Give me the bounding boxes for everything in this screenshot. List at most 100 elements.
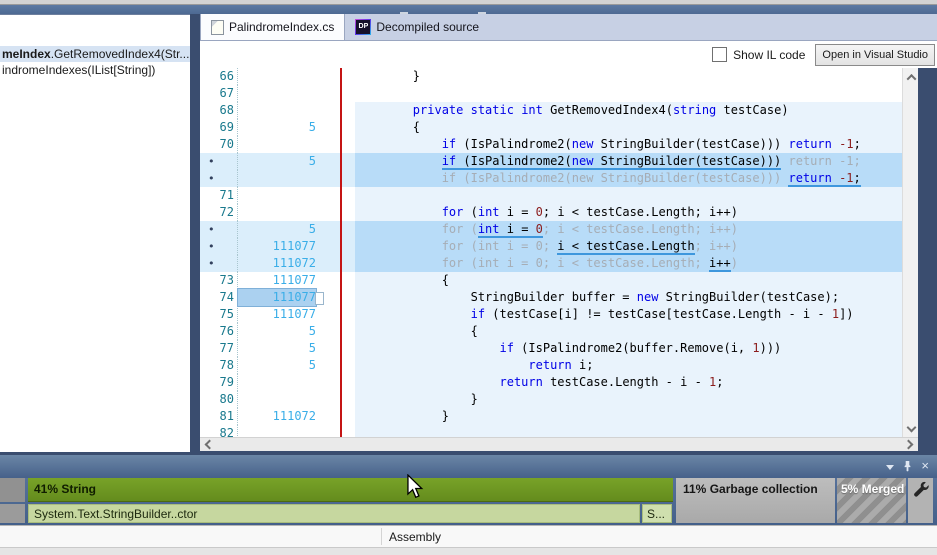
tab-label: Decompiled source: [376, 20, 479, 34]
show-il-code-option[interactable]: Show IL code: [712, 47, 805, 62]
code-line-sub[interactable]: • if (IsPalindrome2(new StringBuilder(te…: [200, 170, 902, 187]
code-line-82[interactable]: 82: [200, 425, 902, 437]
line-number: 67: [204, 85, 238, 102]
code-text: {: [355, 272, 902, 289]
line-number: 81: [204, 408, 238, 425]
tree-item-palindromeindexes[interactable]: indromeIndexes(IList[String]): [0, 62, 190, 78]
line-number: 71: [204, 187, 238, 204]
line-number: 79: [204, 374, 238, 391]
code-line-73[interactable]: 73111077 {: [200, 272, 902, 289]
code-text: [355, 85, 902, 102]
code-text: {: [355, 119, 902, 136]
code-line-sub[interactable]: •111072 for (int i = 0; i < testCase.Len…: [200, 255, 902, 272]
line-number: 72: [204, 204, 238, 221]
code-text: StringBuilder buffer = new StringBuilder…: [355, 289, 902, 306]
code-line-sub[interactable]: •111077 for (int i = 0; i < testCase.Len…: [200, 238, 902, 255]
code-text: for (int i = 0; i < testCase.Length; i++…: [355, 255, 902, 272]
line-number: 66: [204, 68, 238, 85]
scroll-down-button[interactable]: [903, 420, 919, 435]
code-line-75[interactable]: 75111077 if (testCase[i] != testCase[tes…: [200, 306, 902, 323]
line-number: 70: [204, 136, 238, 153]
call-tree-panel: meIndex.GetRemovedIndex4(Str... indromeI…: [0, 14, 190, 452]
tree-item-bold-text: meIndex: [2, 47, 51, 61]
execution-count: 5: [238, 119, 316, 136]
code-line-69[interactable]: 695 {: [200, 119, 902, 136]
execution-count: [238, 102, 316, 119]
execution-count: [238, 204, 316, 221]
code-line-67[interactable]: 67: [200, 85, 902, 102]
execution-count: [238, 187, 316, 204]
tree-item-text: indromeIndexes(IList[String]): [2, 63, 155, 77]
line-number: 78: [204, 357, 238, 374]
red-margin-line: [340, 68, 342, 437]
code-line-78[interactable]: 785 return i;: [200, 357, 902, 374]
horizontal-scrollbar[interactable]: [200, 437, 918, 451]
code-text: if (IsPalindrome2(new StringBuilder(test…: [355, 170, 902, 187]
line-number: 76: [204, 323, 238, 340]
execution-count: 111077: [238, 289, 316, 306]
code-text: for (int i = 0; i < testCase.Length; i++…: [355, 221, 902, 238]
dotpeek-icon: DP: [355, 19, 371, 35]
code-line-sub[interactable]: •5 for (int i = 0; i < testCase.Length; …: [200, 221, 902, 238]
line-number: 68: [204, 102, 238, 119]
tab-label: PalindromeIndex.cs: [229, 20, 334, 34]
execution-count: 5: [238, 323, 316, 340]
code-line-68[interactable]: 68 private static int GetRemovedIndex4(s…: [200, 102, 902, 119]
wrench-icon[interactable]: [912, 481, 929, 498]
show-il-label: Show IL code: [733, 48, 805, 62]
document-icon: [211, 20, 224, 35]
bar-merged[interactable]: 5% Merged: [837, 478, 906, 523]
code-text: [355, 187, 902, 204]
code-text: }: [355, 68, 902, 85]
tab-decompiled-source[interactable]: DP Decompiled source: [345, 14, 489, 40]
line-number: 82: [204, 425, 238, 437]
status-divider: [381, 528, 382, 545]
code-text: {: [355, 323, 902, 340]
code-line-79[interactable]: 79 return testCase.Length - i - 1;: [200, 374, 902, 391]
execution-count: [238, 374, 316, 391]
code-line-80[interactable]: 80 }: [200, 391, 902, 408]
close-icon[interactable]: ×: [921, 460, 929, 472]
pin-icon[interactable]: [903, 460, 912, 472]
tab-palindromeindex-cs[interactable]: PalindromeIndex.cs: [200, 14, 345, 40]
execution-count: 111077: [238, 306, 316, 323]
timeline-left-block[interactable]: [0, 504, 25, 523]
code-line-77[interactable]: 775 if (IsPalindrome2(buffer.Remove(i, 1…: [200, 340, 902, 357]
source-toolbar: Show IL code Open in Visual Studio: [200, 41, 937, 68]
execution-count: [238, 85, 316, 102]
bullet-marker: •: [204, 238, 238, 255]
scroll-up-button[interactable]: [903, 70, 919, 85]
status-bar: Assembly: [0, 525, 937, 547]
open-in-visual-studio-button[interactable]: Open in Visual Studio: [815, 44, 935, 66]
show-il-checkbox[interactable]: [712, 47, 727, 62]
code-line-74[interactable]: 74111077 StringBuilder buffer = new Stri…: [200, 289, 902, 306]
code-line-81[interactable]: 81111072 }: [200, 408, 902, 425]
execution-count: 5: [238, 221, 316, 238]
code-text: if (IsPalindrome2(new StringBuilder(test…: [355, 136, 902, 153]
code-line-76[interactable]: 765 {: [200, 323, 902, 340]
tab-bar: PalindromeIndex.cs DP Decompiled source: [200, 14, 937, 41]
chevron-down-icon[interactable]: [886, 465, 894, 470]
vertical-scrollbar[interactable]: [902, 68, 919, 437]
scroll-left-button[interactable]: [202, 438, 217, 451]
bar-stringbuilder-ctor[interactable]: System.Text.StringBuilder..ctor: [28, 504, 640, 523]
bullet-marker: •: [204, 255, 238, 272]
tree-item-getremovedindex4[interactable]: meIndex.GetRemovedIndex4(Str...: [0, 46, 190, 62]
code-line-sub[interactable]: •5 if (IsPalindrome2(new StringBuilder(t…: [200, 153, 902, 170]
bullet-marker: •: [204, 221, 238, 238]
bar-string[interactable]: 41% String: [28, 478, 673, 502]
bar-stringbuilder-more[interactable]: S...: [642, 504, 672, 523]
execution-count: [238, 136, 316, 153]
bottom-strip: [0, 547, 937, 555]
bar-garbage-collection[interactable]: 11% Garbage collection: [676, 478, 835, 523]
code-text: return testCase.Length - i - 1;: [355, 374, 902, 391]
timeline-left-block[interactable]: [0, 478, 25, 502]
scroll-right-button[interactable]: [901, 438, 916, 451]
code-line-66[interactable]: 66 }: [200, 68, 902, 85]
code-editor[interactable]: 66 }6768 private static int GetRemovedIn…: [200, 68, 902, 437]
execution-count: 5: [238, 357, 316, 374]
code-line-71[interactable]: 71: [200, 187, 902, 204]
code-line-72[interactable]: 72 for (int i = 0; i < testCase.Length; …: [200, 204, 902, 221]
code-line-70[interactable]: 70 if (IsPalindrome2(new StringBuilder(t…: [200, 136, 902, 153]
code-text: if (IsPalindrome2(new StringBuilder(test…: [355, 153, 902, 170]
